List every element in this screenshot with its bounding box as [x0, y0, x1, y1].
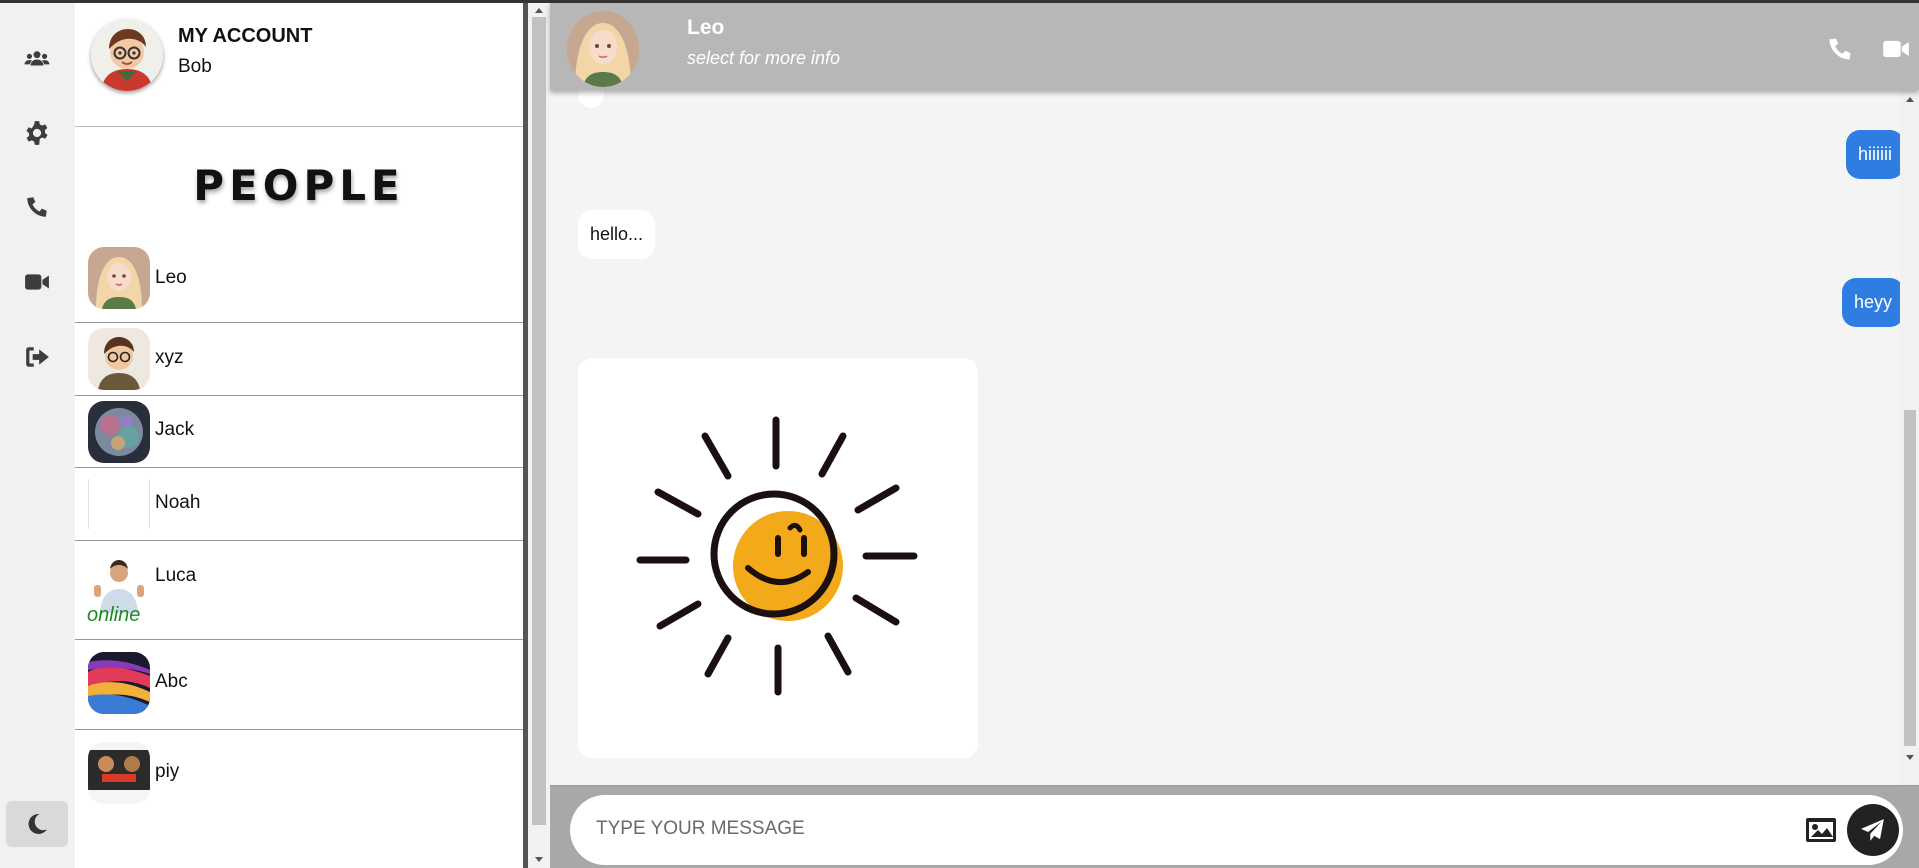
- message-bubble-outgoing: hiiiiii: [1845, 130, 1900, 179]
- scroll-thumb[interactable]: [532, 17, 546, 825]
- scroll-up-arrow[interactable]: [535, 8, 543, 13]
- contact-item-jack[interactable]: Jack: [75, 396, 523, 468]
- contact-name: Leo: [155, 267, 187, 288]
- video-call-button[interactable]: [1882, 35, 1912, 65]
- contact-item-luca[interactable]: Luca online: [75, 541, 523, 640]
- scroll-down-arrow[interactable]: [1906, 755, 1914, 760]
- contact-avatar: [88, 247, 150, 309]
- contact-name: Noah: [155, 492, 201, 513]
- image-message[interactable]: [578, 358, 978, 758]
- composer-box: [570, 795, 1903, 865]
- chat-contact-name: Leo: [687, 16, 725, 39]
- contact-name: xyz: [155, 347, 184, 368]
- contact-name: Abc: [155, 671, 188, 692]
- calls-nav-button[interactable]: [18, 188, 56, 226]
- contact-avatar: [88, 742, 150, 804]
- account-title: MY ACCOUNT: [178, 25, 313, 47]
- contact-avatar: [88, 401, 150, 463]
- scroll-thumb[interactable]: [1904, 410, 1916, 746]
- moon-icon: [28, 813, 47, 834]
- settings-nav-button[interactable]: [18, 114, 56, 152]
- people-heading: PEOPLE: [193, 160, 405, 210]
- message-bubble-incoming: hello...: [578, 210, 656, 259]
- online-status: online: [87, 604, 141, 626]
- dark-mode-toggle[interactable]: [6, 801, 68, 847]
- video-nav-button[interactable]: [18, 263, 56, 301]
- contact-avatar: [88, 328, 150, 390]
- logout-button[interactable]: [18, 338, 56, 376]
- contact-item-piy[interactable]: piy: [75, 730, 523, 820]
- contact-item-noah[interactable]: Noah: [75, 468, 523, 541]
- people-scrollbar[interactable]: [523, 3, 549, 868]
- send-button[interactable]: [1847, 804, 1899, 856]
- message-bubble-outgoing: heyy: [1841, 278, 1900, 327]
- phone-icon: [1829, 38, 1851, 60]
- contact-item-abc[interactable]: Abc: [75, 640, 523, 730]
- sun-sticker-image: [636, 416, 918, 696]
- attach-image-button[interactable]: [1805, 815, 1837, 845]
- contact-name: Luca: [155, 565, 197, 586]
- icon-rail: [0, 0, 75, 868]
- logout-icon: [26, 347, 49, 367]
- video-icon: [25, 274, 49, 290]
- chat-header[interactable]: Leo select for more info: [550, 3, 1919, 90]
- account-username: Bob: [178, 56, 212, 77]
- account-avatar: [91, 19, 163, 91]
- contact-name: Jack: [155, 419, 195, 440]
- messages-scrollbar[interactable]: [1900, 90, 1919, 785]
- message-composer: [550, 785, 1919, 868]
- contact-avatar-placeholder: [88, 479, 150, 529]
- users-icon: [24, 51, 50, 66]
- chat-contact-subtitle: select for more info: [687, 48, 841, 68]
- messages-area[interactable]: hiiiiii hello... heyy: [550, 90, 1900, 785]
- phone-icon: [27, 197, 47, 217]
- top-border: [0, 0, 1919, 3]
- scroll-down-arrow[interactable]: [535, 857, 543, 862]
- contact-item-xyz[interactable]: xyz: [75, 323, 523, 396]
- chat-contact-avatar: [567, 11, 639, 87]
- contact-name: piy: [155, 761, 180, 782]
- send-icon: [1861, 819, 1884, 841]
- video-icon: [1883, 40, 1909, 58]
- image-icon: [1806, 818, 1836, 842]
- gear-icon: [26, 121, 48, 145]
- contact-item-leo[interactable]: Leo: [75, 235, 523, 323]
- panel-divider: [523, 3, 528, 868]
- scroll-up-arrow[interactable]: [1906, 97, 1914, 102]
- people-panel: MY ACCOUNT Bob PEOPLE Leo xyz Jack Noah …: [75, 3, 523, 868]
- message-input[interactable]: [596, 809, 1776, 849]
- message-bubble-partial: [578, 90, 604, 108]
- contact-avatar: [88, 652, 150, 714]
- my-account-card[interactable]: MY ACCOUNT Bob: [75, 3, 523, 127]
- people-nav-button[interactable]: [18, 40, 56, 78]
- voice-call-button[interactable]: [1826, 35, 1856, 65]
